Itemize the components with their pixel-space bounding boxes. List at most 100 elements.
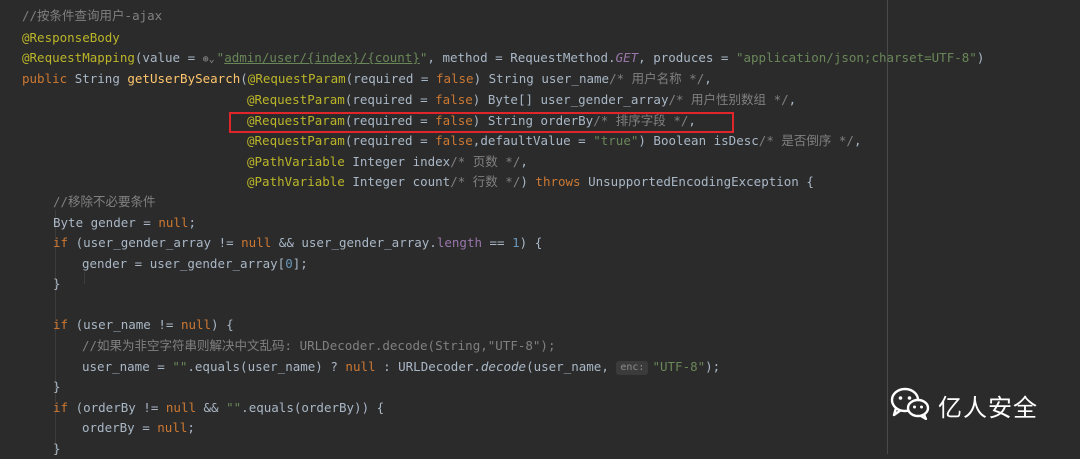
code-token: ; <box>188 215 196 230</box>
code-token: @RequestMapping <box>22 50 135 65</box>
code-token: (user_name, <box>526 359 617 374</box>
code-token: /* 用户名称 */ <box>609 71 705 86</box>
code-token: "" <box>226 400 242 415</box>
code-line[interactable]: } <box>53 274 61 294</box>
code-token: null <box>158 215 189 230</box>
code-token: //如果为非空字符串则解决中文乱码: URLDecoder.decode(Str… <box>82 338 556 353</box>
code-token: UnsupportedEncodingException { <box>588 174 814 189</box>
code-token: .equals(orderBy)) { <box>241 400 385 415</box>
code-line[interactable]: if (orderBy != null && "".equals(orderBy… <box>53 398 384 418</box>
code-token: /* 页数 */ <box>450 154 521 169</box>
code-token: orderBy = <box>82 420 158 435</box>
code-token: if <box>53 235 76 250</box>
code-token: ) String user_name <box>473 71 610 86</box>
code-line[interactable]: user_name = "".equals(user_name) ? null … <box>82 357 720 377</box>
code-token: (value = <box>134 50 203 65</box>
code-token: if <box>53 317 76 332</box>
code-line[interactable]: Byte gender = null; <box>53 213 196 233</box>
code-token: getUserBySearch <box>127 71 241 86</box>
code-line[interactable]: //按条件查询用户-ajax <box>22 6 162 26</box>
code-token: user_name = <box>82 359 173 374</box>
code-token: .equals(user_name) ? <box>187 359 346 374</box>
code-token: @PathVariable <box>247 174 353 189</box>
code-token: GET <box>615 50 639 65</box>
code-line[interactable]: } <box>53 439 61 459</box>
code-token: (required = <box>344 92 436 107</box>
code-line[interactable]: //如果为非空字符串则解决中文乱码: URLDecoder.decode(Str… <box>82 336 555 356</box>
code-token: "true" <box>593 133 639 148</box>
code-token: && user_gender_array. <box>278 235 437 250</box>
code-token: , <box>853 133 862 148</box>
code-token: throws <box>535 174 589 189</box>
code-token: ) Boolean isDesc <box>638 133 759 148</box>
code-token: "" <box>172 359 188 374</box>
code-line[interactable]: } <box>53 377 61 397</box>
code-token: null <box>157 420 188 435</box>
code-token: null <box>241 235 279 250</box>
code-token: , produces = <box>638 50 736 65</box>
code-token: ); <box>705 359 721 374</box>
code-token: admin/user/{index}/{count} <box>224 50 420 65</box>
parameter-hint: enc: <box>616 361 649 375</box>
highlight-annotation-box <box>229 112 734 133</box>
code-token: 1 <box>512 235 520 250</box>
code-token: ) { <box>211 317 234 332</box>
code-token: @RequestParam <box>247 133 345 148</box>
code-token: false <box>435 71 474 86</box>
watermark: 亿人安全 <box>890 385 1038 425</box>
watermark-text: 亿人安全 <box>938 393 1038 422</box>
code-token: ( <box>240 71 248 86</box>
code-token: "UTF-8" <box>652 359 706 374</box>
code-line[interactable]: @RequestParam(required = false) Byte[] u… <box>247 90 796 110</box>
globe-icon: ⊕⌄ <box>202 54 215 65</box>
right-margin-guide <box>887 0 888 454</box>
code-line[interactable]: @PathVariable Integer count/* 行数 */) thr… <box>247 172 814 192</box>
code-line[interactable]: orderBy = null; <box>82 418 195 438</box>
code-line[interactable]: @PathVariable Integer index/* 页数 */, <box>247 152 528 172</box>
code-token: , <box>788 92 797 107</box>
code-line[interactable]: @RequestParam(required = false,defaultVa… <box>247 131 861 151</box>
code-token: /* 是否倒序 */ <box>758 133 854 148</box>
code-token: } <box>53 379 61 394</box>
code-token: ) <box>976 50 985 65</box>
code-token: decode <box>480 359 527 374</box>
code-token: , method = RequestMethod. <box>427 50 616 65</box>
code-token: /* 用户性别数组 */ <box>668 92 789 107</box>
code-token: , <box>520 154 528 169</box>
code-token: if <box>53 400 76 415</box>
code-token: null <box>165 400 204 415</box>
code-token: (required = <box>345 71 436 86</box>
code-token: Byte gender = <box>53 215 159 230</box>
code-token: ]; <box>292 256 308 271</box>
code-token: Integer index <box>352 154 451 169</box>
code-token: /* 行数 */ <box>450 174 521 189</box>
code-line[interactable]: if (user_gender_array != null && user_ge… <box>53 233 542 253</box>
code-token: (orderBy != <box>75 400 166 415</box>
code-token: (user_name != <box>75 317 181 332</box>
code-token: gender = user_gender_array[ <box>82 256 286 271</box>
code-token: //按条件查询用户-ajax <box>22 8 163 23</box>
code-token: length <box>436 235 490 250</box>
code-token: null <box>180 317 212 332</box>
code-line[interactable]: @RequestMapping(value = ⊕⌄ "admin/user/{i… <box>22 48 984 68</box>
code-token: "application/json;charset=UTF-8" <box>735 50 977 65</box>
code-line[interactable]: gender = user_gender_array[0]; <box>82 254 308 274</box>
code-token: ) Byte[] user_gender_array <box>472 92 669 107</box>
code-token: String <box>74 71 128 86</box>
code-token: ; <box>187 420 195 435</box>
code-line[interactable]: public String getUserBySearch(@RequestPa… <box>22 69 712 89</box>
code-token: null <box>345 359 384 374</box>
code-token: 0 <box>285 256 293 271</box>
code-token: , <box>704 71 712 86</box>
wechat-icon <box>890 386 930 424</box>
code-token: (required = <box>344 133 436 148</box>
code-token: == <box>489 235 513 250</box>
code-line[interactable]: //移除不必要条件 <box>53 192 156 212</box>
code-token: @RequestParam <box>247 71 346 86</box>
code-token: } <box>53 276 61 291</box>
code-token: ,defaultValue = <box>472 133 594 148</box>
code-token: : URLDecoder. <box>383 359 481 374</box>
code-line[interactable]: if (user_name != null) { <box>53 315 234 335</box>
code-token: @PathVariable <box>247 154 353 169</box>
code-line[interactable]: @ResponseBody <box>22 28 120 48</box>
